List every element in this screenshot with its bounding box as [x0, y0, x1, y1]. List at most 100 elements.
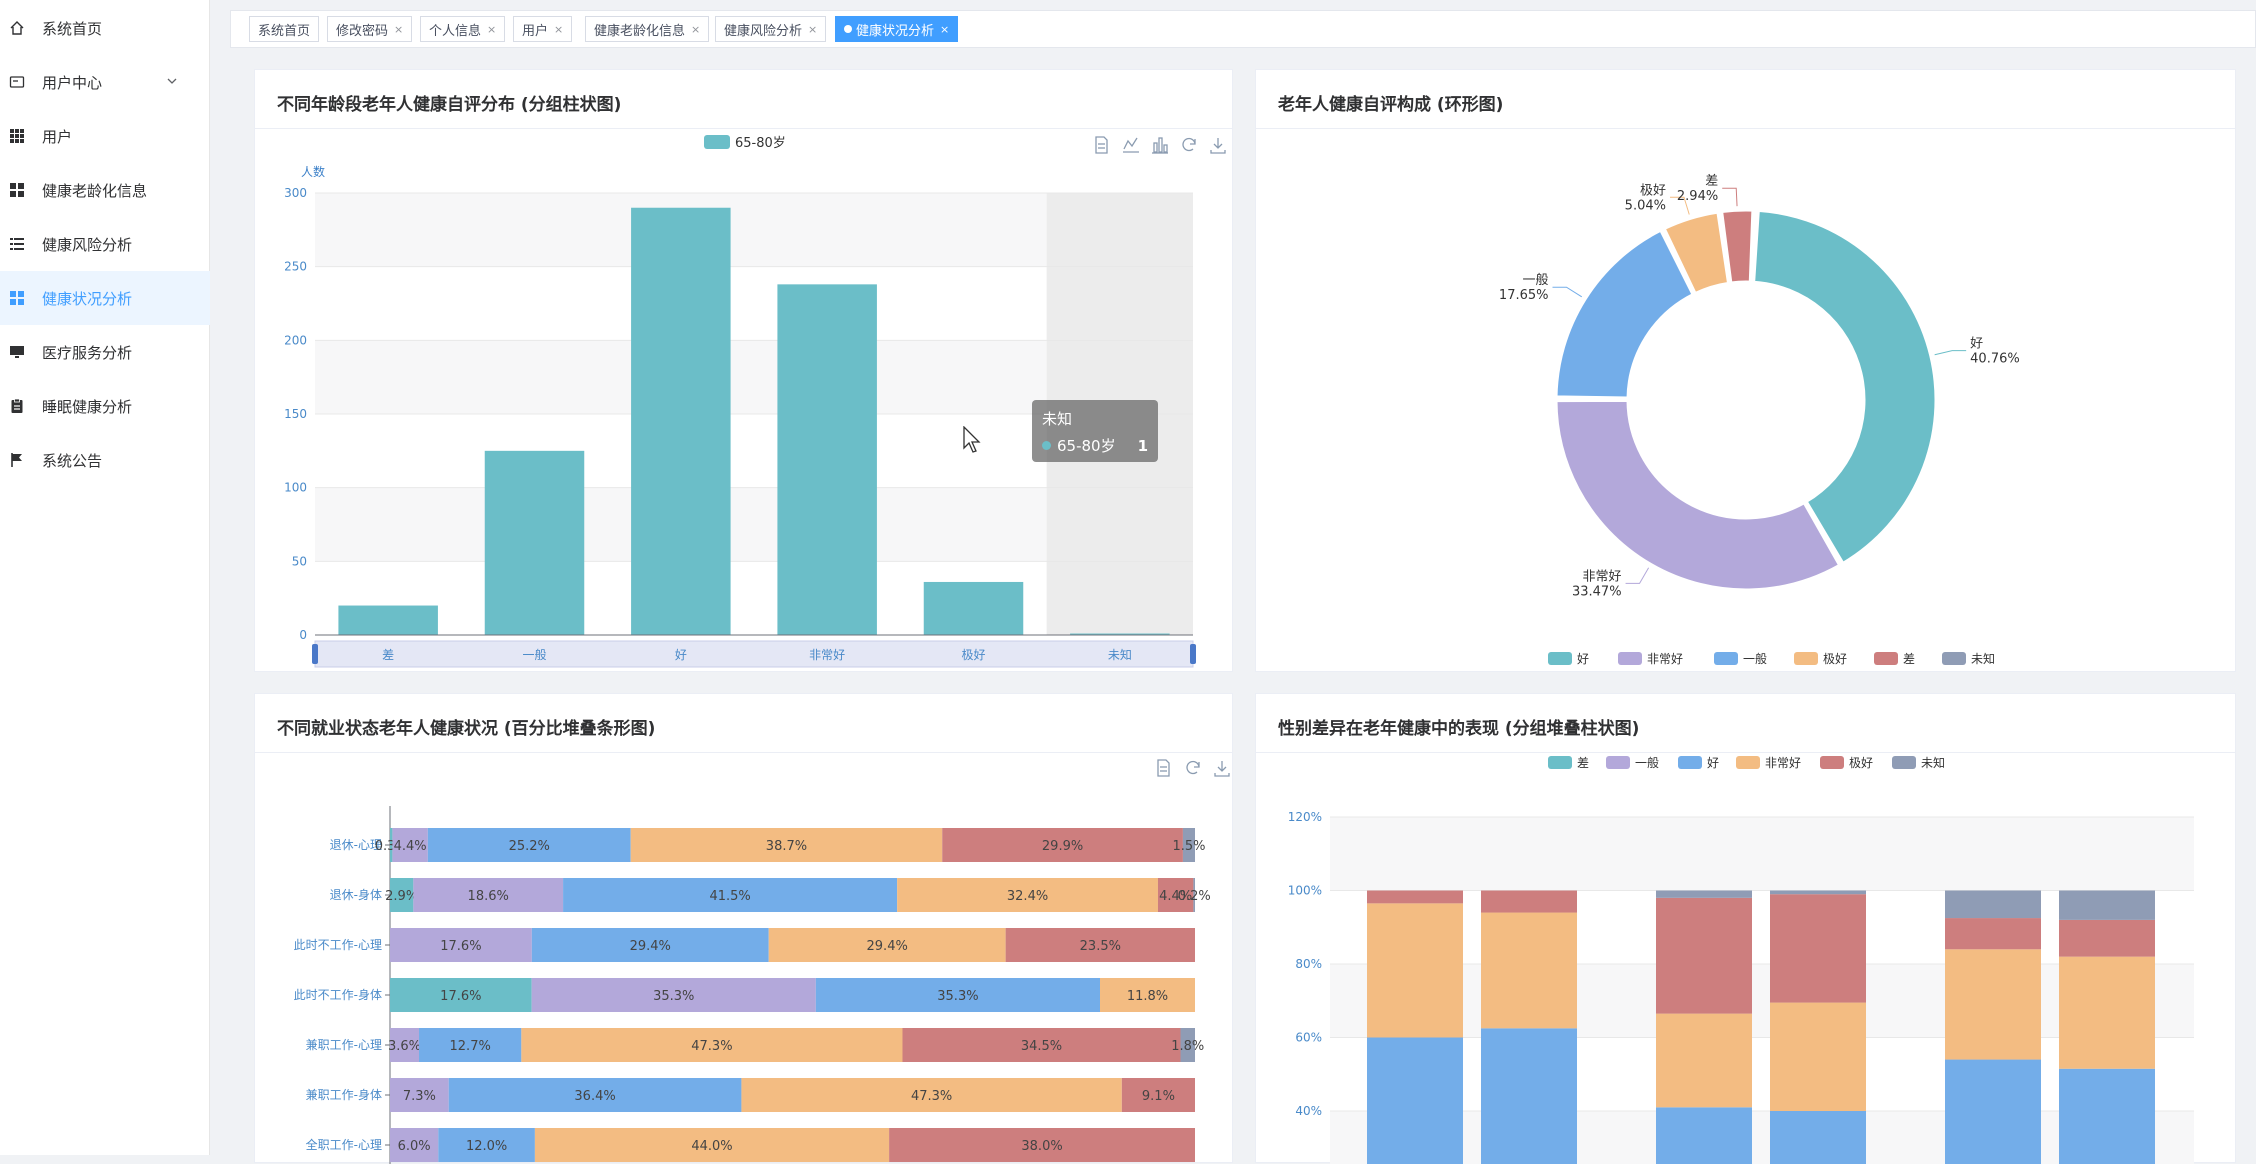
close-icon[interactable]: × — [487, 23, 496, 36]
tab-6[interactable]: 健康状况分析× — [835, 16, 958, 42]
data-zoom-slider[interactable] — [315, 641, 1193, 667]
card-gender-chart: 性别差异在老年健康中的表现 (分组堆叠柱状图) 40%60%80%100%120… — [1255, 693, 2236, 1163]
sidebar-item-4[interactable]: 健康风险分析 — [0, 217, 210, 271]
bar-好[interactable] — [631, 208, 731, 635]
age-bar-chart: 65-80岁人数050100150200250300差一般好非常好极好未知 — [255, 70, 1234, 673]
legend-swatch[interactable] — [1548, 756, 1572, 769]
sidebar-item-3[interactable]: 健康老龄化信息 — [0, 163, 210, 217]
column-segment-极好[interactable] — [1367, 891, 1463, 904]
data-view-icon[interactable] — [1096, 137, 1107, 153]
legend-swatch[interactable] — [1820, 756, 1844, 769]
legend-swatch[interactable] — [1942, 652, 1966, 665]
column-segment-极好[interactable] — [1770, 894, 1866, 1002]
column-segment-非常好[interactable] — [1770, 1003, 1866, 1111]
column-segment-好[interactable] — [2059, 1069, 2155, 1164]
column-segment-非常好[interactable] — [1945, 949, 2041, 1059]
bar-非常好[interactable] — [777, 284, 877, 635]
legend-swatch[interactable] — [1892, 756, 1916, 769]
legend-label[interactable]: 极好 — [1823, 652, 1847, 666]
tab-4[interactable]: 健康老龄化信息× — [585, 16, 709, 42]
legend-label[interactable]: 一般 — [1635, 755, 1659, 770]
column-segment-非常好[interactable] — [1481, 913, 1577, 1029]
column-segment-未知[interactable] — [1656, 891, 1752, 898]
sidebar-item-5[interactable]: 健康状况分析 — [0, 271, 210, 325]
data-view-icon[interactable] — [1158, 760, 1169, 776]
legend-label[interactable]: 非常好 — [1765, 756, 1801, 770]
restore-icon[interactable] — [1183, 139, 1195, 151]
sidebar-item-8[interactable]: 系统公告 — [0, 433, 210, 487]
column-segment-非常好[interactable] — [2059, 957, 2155, 1069]
legend-swatch[interactable] — [1678, 756, 1702, 769]
tab-1[interactable]: 修改密码 × — [327, 16, 412, 42]
close-icon[interactable]: × — [940, 23, 949, 36]
column-segment-未知[interactable] — [2059, 891, 2155, 920]
legend-label[interactable]: 未知 — [1921, 756, 1945, 770]
legend-swatch[interactable] — [1874, 652, 1898, 665]
column-segment-未知[interactable] — [1945, 891, 2041, 919]
donut-slice-好[interactable] — [1754, 210, 1936, 563]
card-age-bar-chart: 不同年龄段老年人健康自评分布 (分组柱状图) 65-80岁人数050100150… — [254, 69, 1233, 672]
legend-label[interactable]: 65-80岁 — [735, 136, 786, 151]
download-icon[interactable] — [1215, 761, 1229, 776]
legend-swatch[interactable] — [1794, 652, 1818, 665]
column-segment-好[interactable] — [1656, 1107, 1752, 1164]
tab-2[interactable]: 个人信息× — [420, 16, 505, 42]
tab-3[interactable]: 用户× — [513, 16, 572, 42]
bar-极好[interactable] — [924, 582, 1024, 635]
sidebar-item-6[interactable]: 医疗服务分析 — [0, 325, 210, 379]
column-segment-好[interactable] — [1770, 1111, 1866, 1164]
legend-label[interactable]: 非常好 — [1647, 652, 1683, 666]
close-icon[interactable]: × — [691, 23, 700, 36]
column-segment-好[interactable] — [1481, 1028, 1577, 1164]
legend-label[interactable]: 好 — [1707, 756, 1719, 770]
legend-label[interactable]: 极好 — [1849, 756, 1873, 770]
line-switch-icon[interactable] — [1123, 138, 1139, 152]
bar-差[interactable] — [338, 606, 438, 635]
bar-switch-icon[interactable] — [1152, 138, 1168, 153]
donut-chart: 好40.76%非常好33.47%一般17.65%极好5.04%差2.94%好非常… — [1256, 70, 2237, 673]
zoom-handle-right[interactable] — [1190, 644, 1196, 664]
legend-label[interactable]: 差 — [1903, 652, 1915, 666]
donut-slice-一般[interactable] — [1556, 230, 1693, 398]
legend-swatch[interactable] — [1606, 756, 1630, 769]
sidebar-item-7[interactable]: 睡眠健康分析 — [0, 379, 210, 433]
legend-swatch[interactable] — [1618, 652, 1642, 665]
tab-5[interactable]: 健康风险分析× — [715, 16, 826, 42]
legend-label[interactable]: 一般 — [1743, 651, 1767, 666]
column-segment-未知[interactable] — [1770, 891, 1866, 895]
close-icon[interactable]: × — [554, 23, 563, 36]
tab-label: 修改密码 — [336, 20, 388, 39]
tab-0[interactable]: 系统首页 — [249, 16, 319, 42]
column-segment-极好[interactable] — [1945, 918, 2041, 949]
series-dot-icon — [1042, 441, 1051, 450]
legend-label[interactable]: 好 — [1577, 652, 1589, 666]
column-segment-非常好[interactable] — [1367, 903, 1463, 1037]
row-label: 退休-身体 — [330, 887, 382, 902]
legend-swatch[interactable] — [704, 135, 730, 149]
sidebar-item-0[interactable]: 系统首页 — [0, 1, 210, 55]
column-segment-好[interactable] — [1367, 1038, 1463, 1164]
donut-slice-非常好[interactable] — [1556, 400, 1840, 590]
legend-swatch[interactable] — [1736, 756, 1760, 769]
sidebar-item-2[interactable]: 用户 — [0, 109, 210, 163]
column-segment-极好[interactable] — [1481, 891, 1577, 913]
download-icon[interactable] — [1211, 138, 1225, 153]
bar-一般[interactable] — [485, 451, 585, 635]
column-segment-极好[interactable] — [1656, 898, 1752, 1014]
restore-icon[interactable] — [1187, 762, 1199, 774]
column-segment-非常好[interactable] — [1656, 1014, 1752, 1108]
close-icon[interactable]: × — [394, 23, 403, 36]
tab-label: 系统首页 — [258, 20, 310, 39]
legend-label[interactable]: 未知 — [1971, 652, 1995, 666]
legend-swatch[interactable] — [1714, 652, 1738, 665]
segment-label: 29.9% — [1042, 839, 1083, 854]
chevron-down-icon[interactable] — [166, 73, 178, 91]
column-segment-好[interactable] — [1945, 1060, 2041, 1164]
column-segment-极好[interactable] — [2059, 920, 2155, 957]
slice-percent-label: 17.65% — [1499, 288, 1549, 303]
zoom-handle-left[interactable] — [312, 644, 318, 664]
legend-swatch[interactable] — [1548, 652, 1572, 665]
close-icon[interactable]: × — [808, 23, 817, 36]
legend-label[interactable]: 差 — [1577, 756, 1589, 770]
sidebar-item-1[interactable]: 用户中心 — [0, 55, 210, 109]
